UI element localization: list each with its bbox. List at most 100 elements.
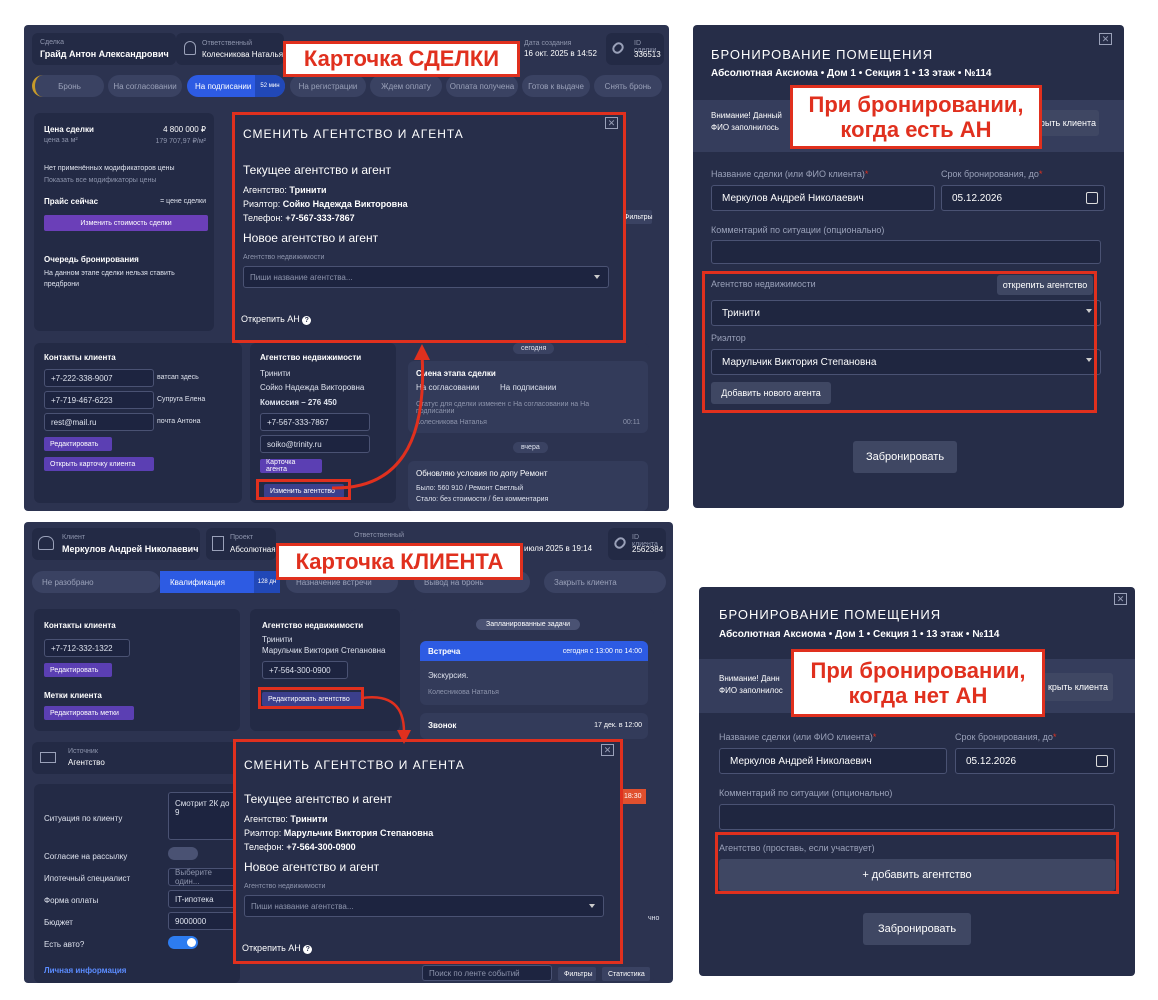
stage-wait-payment[interactable]: Ждем оплату [370,75,442,97]
booking2-comment-label: Комментарий по ситуации (опционально) [719,788,893,798]
callout-deal-card: Карточка СДЕЛКИ [283,41,520,77]
booking1-submit-button[interactable]: Забронировать [853,441,957,473]
client-label: Клиент [62,534,86,541]
edit-contacts-button[interactable]: Редактировать [44,437,112,451]
booking1-name-label: Название сделки (или ФИО клиента)* [711,169,869,179]
booking1-date-input[interactable]: 05.12.2026 [941,185,1105,211]
show-modifiers-link[interactable]: Показать все модификаторы цены [44,177,156,184]
stage-change-event: Смена этапа сделки На согласовании На по… [408,361,648,433]
stage-not-sorted[interactable]: Не разобрано [32,571,160,593]
deal-id: 336513 [634,50,661,59]
feed-filters-button[interactable]: Фильтры [622,210,653,224]
mail-consent-label: Согласие на рассылку [44,852,128,861]
calendar-icon [1096,755,1108,767]
responsible-box[interactable]: Ответственный Колесникова Наталья [176,33,284,65]
contacts-title: Контакты клиента [44,353,116,362]
client-created: июля 2025 в 19:14 [524,544,593,553]
client-stats-button[interactable]: Статистика [602,967,650,981]
contact-email[interactable]: rest@mail.ru [44,413,154,431]
client-id: 2562384 [632,545,664,554]
queue-text: На данном этапе сделки нельзя ставить пр… [44,270,175,288]
car-toggle[interactable] [168,936,198,949]
booking1-comment-input[interactable] [711,240,1101,264]
booking1-date-value: 05.12.2026 [952,192,1003,204]
situation-label: Ситуация по клиенту [44,814,123,823]
callout-with-agency: При бронировании, когда есть АН [790,85,1042,149]
meeting-title: Встреча [428,647,461,656]
stage-remove-bron[interactable]: Снять бронь [594,75,662,97]
client-header: Клиент Меркулов Андрей Николаевич [32,528,200,560]
booking2-date-label: Срок бронирования, до* [955,732,1057,742]
open-client-card-button[interactable]: Открыть карточку клиента [44,457,154,471]
source-value: Агентство [68,758,105,767]
project-name: Абсолютная [230,545,276,554]
project-label: Проект [230,534,254,541]
price-value: 4 800 000 ₽ [163,125,206,134]
booking1-subtitle: Абсолютная Аксиома • Дом 1 • Секция 1 • … [711,68,992,79]
user-icon [184,41,196,55]
event-feed: сегодня Смена этапа сделки На согласован… [408,343,649,511]
stage-ready[interactable]: Готов к выдаче [522,75,590,97]
client-agent-name: Марульчик Виктория Степановна [262,646,386,655]
budget-input[interactable]: 9000000 [168,912,238,930]
booking2-date-input[interactable]: 05.12.2026 [955,748,1115,774]
booking2-name-input[interactable]: Меркулов Андрей Николаевич [719,748,947,774]
client-agent-phone[interactable]: +7-564-300-0900 [262,661,348,679]
booking2-warning-button[interactable]: крыть клиента [1043,673,1113,701]
booking1-comment-label: Комментарий по ситуации (опционально) [711,225,885,235]
payment-select[interactable]: IT-ипотека [168,890,238,908]
meeting-time: сегодня с 13:00 по 14:00 [562,648,642,655]
call-task[interactable]: Звонок 17 дек. в 12:00 [420,713,648,739]
stage-registration[interactable]: На регистрации [290,75,366,97]
price-title: Цена сделки [44,125,94,134]
contact-phone-1[interactable]: +7-222-338-9007 [44,369,154,387]
close-icon[interactable]: ✕ [1099,33,1112,45]
feed-yesterday: вчера [513,442,548,453]
booking1-warning-text: Внимание! Данный ФИО заполнилось [711,111,782,132]
payment-label: Форма оплаты [44,896,99,905]
mail-consent-toggle[interactable] [168,847,198,860]
stage-time: 00:11 [623,419,640,426]
price-now-value: = цене сделки [160,198,206,205]
stage-signing[interactable]: На подписании 52 мин [187,75,285,97]
stage-close-client[interactable]: Закрыть клиента [544,571,666,593]
booking1-title: БРОНИРОВАНИЕ ПОМЕЩЕНИЯ [711,47,934,62]
client-phone[interactable]: +7-712-332-1322 [44,639,130,657]
meeting-task[interactable]: Встреча сегодня с 13:00 по 14:00 Экскурс… [420,641,648,705]
edit-client-contacts[interactable]: Редактировать [44,663,112,677]
deal-label: Сделка [40,39,64,46]
booking1-name-input[interactable]: Меркулов Андрей Николаевич [711,185,935,211]
stage-bron[interactable]: Бронь [32,75,104,97]
edit-tags-button[interactable]: Редактировать метки [44,706,134,720]
personal-info-link[interactable]: Личная информация [44,966,126,975]
contact-phone-2[interactable]: +7-719-467-6223 [44,391,154,409]
booking2-comment-input[interactable] [719,804,1115,830]
close-icon[interactable]: ✕ [1114,593,1127,605]
stage-paid[interactable]: Оплата получена [446,75,518,97]
stage-qualification-label: Квалификация [170,577,225,587]
situation-textarea[interactable]: Смотрит 2К до 9 [168,792,238,840]
callout-client-card: Карточка КЛИЕНТА [276,543,523,580]
change-price-button[interactable]: Изменить стоимость сделки [44,215,208,231]
arrow-to-modal-icon [331,344,430,490]
stage-qualification[interactable]: Квалификация 128 дн [160,571,280,593]
stage-approval[interactable]: На согласовании [108,75,182,97]
client-modal-highlight [233,739,623,964]
booking2-submit-button[interactable]: Забронировать [863,913,971,945]
agent-card-button[interactable]: Карточка агента [260,459,322,473]
client-card-screenshot: Клиент Меркулов Андрей Николаевич Проект… [24,522,673,983]
client-filters-button[interactable]: Фильтры [558,967,596,981]
mortgage-select[interactable]: Выберите один... [168,868,238,886]
source-label: Источник [68,748,98,755]
booking1-warning-button[interactable]: крыть клиента [1033,110,1099,136]
price-per-m: 179 707,97 ₽/м² [155,138,206,145]
meeting-who: Колесникова Наталья [428,689,499,696]
project-box[interactable]: Проект Абсолютная [206,528,276,560]
created-date: 16 окт. 2025 в 14:52 [524,49,597,58]
contact-note-2: Супруга Елена [157,396,206,403]
feed-search[interactable]: Поиск по ленте событий [422,965,552,981]
feed-chno: чно [648,915,660,922]
building-icon [212,536,224,551]
stage-signing-label: На подписании [195,81,252,91]
contact-note-1: ватсап здесь [157,374,199,381]
